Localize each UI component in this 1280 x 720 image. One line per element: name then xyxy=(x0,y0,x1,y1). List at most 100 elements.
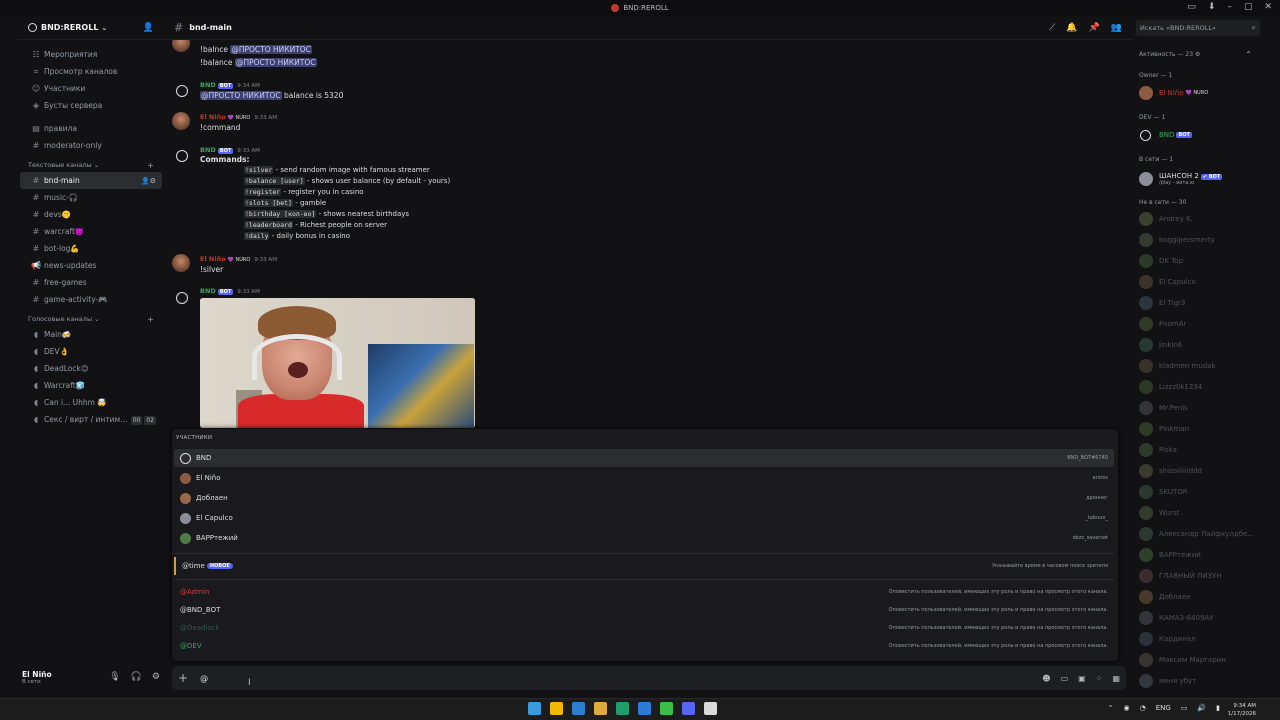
channel-news-updates[interactable]: 📢 news-updates xyxy=(20,257,162,274)
server-header[interactable]: BND:REROLL ⌄ 👤 xyxy=(18,16,164,40)
nav-members[interactable]: ☺ Участники xyxy=(20,80,162,97)
download-icon[interactable]: ⬇ xyxy=(1208,2,1216,12)
autocomplete-role[interactable]: @BND_BOT Оповестить пользователей, имеющи… xyxy=(174,601,1114,619)
channel-bnd-main[interactable]: # bnd-main 👤⚙ xyxy=(20,172,162,189)
inbox-icon[interactable]: ▭ xyxy=(1187,2,1196,12)
headphones-icon[interactable]: 🎧 xyxy=(131,672,142,682)
member-item[interactable]: ШАНСОН 2 ✔ BOT/play - вита.ю xyxy=(1139,168,1223,190)
voice-can-i[interactable]: ◖ Can i... Uhhm 🤯 xyxy=(20,394,162,411)
attach-plus-icon[interactable]: + xyxy=(178,671,188,685)
activity-header[interactable]: Активность — 23 ⚙ xyxy=(1139,51,1200,58)
user-mention[interactable]: @ПРОСТО НИКИТОС xyxy=(200,91,282,100)
chevron-up-icon[interactable]: ⌃ xyxy=(1245,50,1252,59)
add-channel-icon[interactable]: + xyxy=(147,315,154,324)
member-item-offline[interactable]: SKUTOR xyxy=(1139,483,1188,501)
invite-user-icon[interactable]: 👤 xyxy=(143,23,154,33)
start-icon[interactable] xyxy=(528,702,541,715)
author-name[interactable]: El Niño xyxy=(200,113,226,121)
member-item-offline[interactable]: ГЛАВНЫЙ ЛИЗУН xyxy=(1139,567,1222,585)
message-input[interactable]: @ xyxy=(200,674,208,683)
member-item-offline[interactable]: El Capulco xyxy=(1139,273,1196,291)
wifi-icon[interactable]: ◔ xyxy=(1140,704,1146,712)
autocomplete-time[interactable]: @time НОВОЕ Указывайте время в часовом поя… xyxy=(174,557,1114,575)
channel-free-games[interactable]: # free-games xyxy=(20,274,162,291)
member-item[interactable]: BND BOT xyxy=(1139,126,1192,144)
member-item-offline[interactable]: Александр Лайфхулдбе... xyxy=(1139,525,1254,543)
add-channel-icon[interactable]: + xyxy=(147,161,154,170)
play-icon[interactable] xyxy=(660,702,673,715)
member-item-offline[interactable]: Piska xyxy=(1139,441,1177,459)
channel-settings-icons[interactable]: 👤⚙ xyxy=(141,177,156,185)
author-name[interactable]: El Niño xyxy=(200,255,226,263)
minimize-button[interactable]: – xyxy=(1227,2,1232,12)
category-voice-channels[interactable]: Голосовые каналы ⌄ + xyxy=(18,312,164,326)
member-item-offline[interactable]: jinkin6 xyxy=(1139,336,1182,354)
member-item-offline[interactable]: Pinkman xyxy=(1139,420,1189,438)
channel-rules[interactable]: ▤ правила xyxy=(20,120,162,137)
member-item-offline[interactable]: Максим Маргарин xyxy=(1139,651,1226,669)
member-item-offline[interactable]: DK Top xyxy=(1139,252,1183,270)
user-mention[interactable]: @ПРОСТО НИКИТОС xyxy=(234,58,317,67)
channel-devs[interactable]: # devs🤫 xyxy=(20,206,162,223)
folder-icon[interactable] xyxy=(594,702,607,715)
pin-icon[interactable]: 📌 xyxy=(1089,23,1100,33)
channel-warcraft[interactable]: # warcraft👿 xyxy=(20,223,162,240)
member-item-offline[interactable]: boggipersmerty xyxy=(1139,231,1215,249)
battery-icon[interactable]: ▮ xyxy=(1216,704,1220,712)
member-item-offline[interactable]: КАМАЗ-6409АУ xyxy=(1139,609,1213,627)
member-item-offline[interactable]: Wurst xyxy=(1139,504,1179,522)
channel-moderator-only[interactable]: # moderator-only xyxy=(20,137,162,154)
threads-icon[interactable]: ⟋ xyxy=(1049,23,1055,33)
member-list-icon[interactable]: 👥 xyxy=(1111,23,1122,33)
autocomplete-member[interactable]: ВАРРтежий dezz_saverset xyxy=(174,529,1114,547)
author-name[interactable]: BND xyxy=(200,287,216,295)
autocomplete-member[interactable]: El Capulco _tabuun_ xyxy=(174,509,1114,527)
member-item-offline[interactable]: kladmen mudak xyxy=(1139,357,1216,375)
activities-icon[interactable]: ▦ xyxy=(1112,674,1120,683)
voice-warcraft[interactable]: ◖ Warcraft🧊 xyxy=(20,377,162,394)
member-item-offline[interactable]: ВАРРтежий xyxy=(1139,546,1201,564)
member-item-offline[interactable]: El Tigr3 xyxy=(1139,294,1185,312)
clock[interactable]: 9:34 AM 1/17/2026 xyxy=(1228,702,1256,718)
sticker-icon[interactable]: ▣ xyxy=(1078,674,1086,683)
notepad-icon[interactable] xyxy=(704,702,717,715)
chrome-icon[interactable] xyxy=(616,702,629,715)
author-name[interactable]: BND xyxy=(200,81,216,89)
member-item-offline[interactable]: Andrey K. xyxy=(1139,210,1193,228)
autocomplete-member[interactable]: Доблаен дроннег xyxy=(174,489,1114,507)
nav-browse-channels[interactable]: ⌗ Просмотр каналов xyxy=(20,63,162,80)
language-indicator[interactable]: ENG xyxy=(1156,704,1171,712)
member-item-offline[interactable]: shizoiiiiiiddd xyxy=(1139,462,1202,480)
bot-avatar[interactable] xyxy=(176,85,188,97)
user-name[interactable]: El Niño xyxy=(22,670,52,679)
apps-icon[interactable]: ⁘ xyxy=(1096,674,1103,683)
member-item[interactable]: El Niño 💜 NURO xyxy=(1139,84,1208,102)
autocomplete-member[interactable]: El Niño erstos xyxy=(174,469,1114,487)
microphone-icon[interactable]: 🎙 xyxy=(109,672,120,682)
gif-icon[interactable]: ▭ xyxy=(1061,674,1069,683)
widgets-icon[interactable] xyxy=(550,702,563,715)
bot-avatar[interactable] xyxy=(176,292,188,304)
voice-nsfw[interactable]: ◖ Секс / вирт / интим... 00 02 xyxy=(20,411,162,428)
voice-dev[interactable]: ◖ DEV👌 xyxy=(20,343,162,360)
bell-icon[interactable]: 🔔 xyxy=(1066,23,1077,33)
voice-main[interactable]: ◖ Main🍻 xyxy=(20,326,162,343)
discord-tray-icon[interactable]: ◉ xyxy=(1123,704,1129,712)
channel-bot-log[interactable]: # bot-log💪 xyxy=(20,240,162,257)
member-item-offline[interactable]: меня убут xyxy=(1139,672,1196,690)
nav-server-boosts[interactable]: ◈ Бусты сервера xyxy=(20,97,162,114)
avatar[interactable] xyxy=(172,40,190,52)
avatar[interactable] xyxy=(172,254,190,272)
close-button[interactable]: ✕ xyxy=(1264,2,1272,12)
message-composer[interactable]: + @ I ☻ ▭ ▣ ⁘ ▦ xyxy=(172,666,1126,690)
category-text-channels[interactable]: Текстовые каналы ⌄ + xyxy=(18,158,164,172)
member-item-offline[interactable]: Lizzz0k1234 xyxy=(1139,378,1202,396)
avatar[interactable] xyxy=(172,112,190,130)
member-item-offline[interactable]: Доблаен xyxy=(1139,588,1191,606)
author-name[interactable]: BND xyxy=(200,146,216,154)
volume-icon[interactable]: 🔊 xyxy=(1197,704,1206,712)
edge-icon[interactable] xyxy=(572,702,585,715)
discord-icon[interactable] xyxy=(682,702,695,715)
autocomplete-role[interactable]: @Admin Оповестить пользователей, имеющих … xyxy=(174,583,1114,601)
gear-icon[interactable]: ⚙ xyxy=(152,672,160,682)
